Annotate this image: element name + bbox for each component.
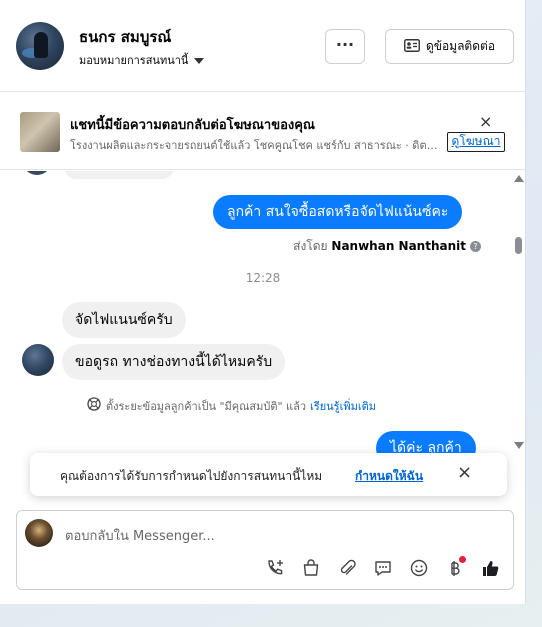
message-timestamp: 12:28 bbox=[245, 271, 281, 285]
emoji-icon[interactable] bbox=[407, 556, 431, 580]
message-composer: ตอบกลับใน Messenger... bbox=[16, 510, 514, 590]
toast-text: คุณต้องการได้รับการกำหนดไปยังการสนทนานี้… bbox=[60, 469, 323, 483]
notice-text: ตั้งระยะข้อมูลลูกค้าเป็น "มีคุณสมบัติ" แ… bbox=[106, 399, 307, 413]
contact-avatar[interactable] bbox=[16, 22, 64, 70]
notification-dot bbox=[459, 556, 466, 563]
assign-prompt-toast: คุณต้องการได้รับการกำหนดไปยังการสนทนานี้… bbox=[30, 453, 507, 496]
qualified-icon bbox=[86, 396, 102, 415]
sent-by-label: ส่งโดย Nanwhan Nanthanit? bbox=[293, 237, 481, 256]
contact-card-icon bbox=[404, 38, 420, 55]
conversation-header: ธนกร สมบูรณ์ มอบหมายการสนทนานี้ ··· ดูข้… bbox=[0, 0, 526, 92]
message-bubble-incoming bbox=[64, 171, 174, 179]
baht-payment-icon[interactable] bbox=[443, 556, 467, 580]
assign-label: มอบหมายการสนทนานี้ bbox=[79, 54, 189, 67]
composer-toolbar bbox=[263, 556, 503, 580]
saved-reply-icon[interactable] bbox=[371, 556, 395, 580]
contact-name[interactable]: ธนกร สมบูรณ์ bbox=[79, 25, 171, 49]
close-icon[interactable]: × bbox=[457, 462, 472, 483]
view-ad-link[interactable]: ดูโฆษณา bbox=[447, 132, 505, 152]
ad-banner-title: แชทนี้มีข้อความตอบกลับต่อโฆษณาของคุณ bbox=[70, 118, 315, 133]
scroll-up-icon[interactable] bbox=[514, 175, 524, 182]
assign-dropdown[interactable]: มอบหมายการสนทนานี้ bbox=[79, 51, 205, 69]
help-icon[interactable]: ? bbox=[470, 241, 481, 252]
message-bubble-incoming[interactable]: จัดไฟแนนซ์ครับ bbox=[62, 302, 186, 338]
contact-avatar-small bbox=[22, 344, 54, 376]
ad-thumbnail[interactable] bbox=[20, 112, 60, 152]
message-thread: ลูกค้า สนใจซื้อสดหรือจัดไฟแน้นซ์คะ ส่งโด… bbox=[0, 171, 526, 498]
message-bubble-outgoing[interactable]: ลูกค้า สนใจซื้อสดหรือจัดไฟแน้นซ์คะ bbox=[213, 195, 463, 229]
scrollbar[interactable] bbox=[511, 171, 525, 453]
sender-name: Nanwhan Nanthanit bbox=[331, 239, 466, 253]
scroll-thumb[interactable] bbox=[515, 237, 522, 254]
caret-down-icon bbox=[194, 58, 205, 64]
ad-reply-banner: แชทนี้มีข้อความตอบกลับต่อโฆษณาของคุณ โรง… bbox=[0, 92, 526, 170]
avatar bbox=[24, 171, 50, 175]
message-bubble-incoming[interactable]: ขอดูรถ ทางช่องทางนี้ได้ไหมครับ bbox=[62, 344, 286, 380]
close-icon[interactable]: × bbox=[479, 112, 492, 131]
attachment-icon[interactable] bbox=[335, 556, 359, 580]
shopping-bag-icon[interactable] bbox=[299, 556, 323, 580]
learn-more-link[interactable]: เรียนรู้เพิ่มเติม bbox=[310, 397, 376, 415]
assign-to-me-link[interactable]: กำหนดให้ฉัน bbox=[355, 467, 423, 486]
conversation-panel: ธนกร สมบูรณ์ มอบหมายการสนทนานี้ ··· ดูข้… bbox=[0, 0, 526, 604]
scroll-down-icon[interactable] bbox=[514, 442, 524, 449]
ad-banner-subtitle: โรงงานผลิตและกระจายรถยนต์ใช้แล้ว โชคคูณโ… bbox=[70, 139, 442, 152]
sent-by-prefix: ส่งโดย bbox=[293, 239, 328, 253]
like-icon[interactable] bbox=[479, 556, 503, 580]
reply-input[interactable]: ตอบกลับใน Messenger... bbox=[65, 525, 215, 546]
more-options-button[interactable]: ··· bbox=[325, 29, 365, 64]
status-notice: ตั้งระยะข้อมูลลูกค้าเป็น "มีคุณสมบัติ" แ… bbox=[86, 396, 376, 415]
page-avatar bbox=[25, 519, 53, 547]
view-contact-button[interactable]: ดูข้อมูลติดต่อ bbox=[385, 29, 514, 64]
call-add-icon[interactable] bbox=[263, 556, 287, 580]
view-contact-label: ดูข้อมูลติดต่อ bbox=[425, 39, 496, 53]
